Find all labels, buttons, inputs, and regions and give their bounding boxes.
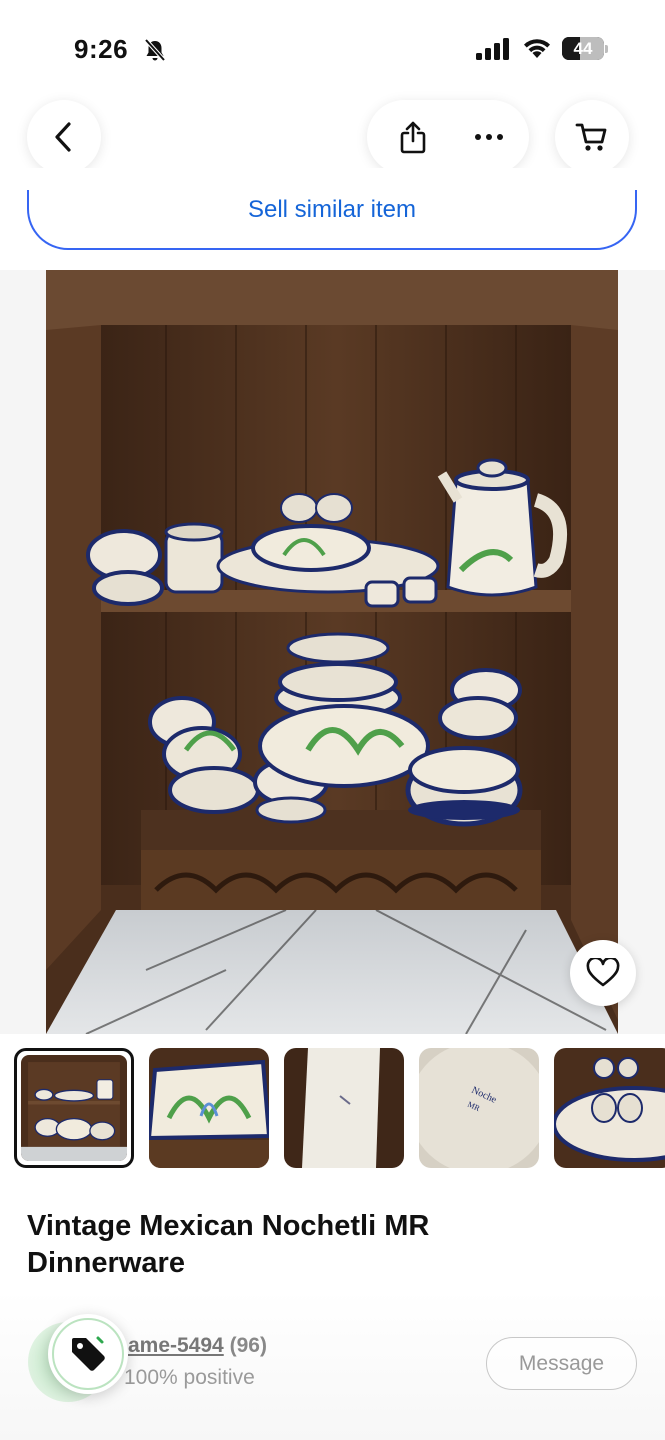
- status-time: 9:26: [74, 34, 129, 64]
- more-horizontal-icon: [475, 134, 503, 140]
- thumbnail-strip[interactable]: Noche MR: [0, 1034, 665, 1184]
- sell-similar-label: Sell similar item: [247, 196, 417, 223]
- thumbnail-image: [21, 1055, 127, 1161]
- thumbnail-image: [284, 1048, 404, 1168]
- listing-title: Vintage Mexican Nochetli MR Dinnerware: [27, 1210, 430, 1279]
- add-to-watchlist-button[interactable]: [570, 940, 636, 1006]
- seller-feedback-count: (96): [229, 1334, 267, 1357]
- thumbnail-image: [149, 1048, 269, 1168]
- thumbnail-4[interactable]: Noche MR: [419, 1048, 539, 1168]
- thumbnail-image: Noche MR: [419, 1048, 539, 1168]
- share-icon: [400, 121, 426, 154]
- battery-percent: 44: [573, 39, 593, 58]
- more-options-button[interactable]: [453, 100, 525, 174]
- thumbnail-3[interactable]: [284, 1048, 404, 1168]
- seller-name-link[interactable]: ame-5494: [128, 1334, 224, 1357]
- share-button[interactable]: [377, 100, 449, 174]
- battery-indicator: 44: [562, 37, 608, 60]
- cellular-signal-icon: [476, 38, 509, 60]
- thumbnail-1[interactable]: [14, 1048, 134, 1168]
- product-image[interactable]: [46, 270, 618, 1034]
- thumbnail-5[interactable]: [554, 1048, 665, 1168]
- seller-info: ame-5494 (96): [128, 1334, 267, 1358]
- heart-outline-icon: [586, 958, 620, 987]
- seller-positive-feedback: 100% positive: [124, 1366, 255, 1389]
- image-gallery[interactable]: [0, 270, 665, 1034]
- nav-action-group: [367, 100, 529, 174]
- status-bar: 9:26 44: [0, 0, 665, 96]
- cart-button[interactable]: [555, 100, 629, 174]
- chevron-left-icon: [55, 122, 71, 152]
- product-photo: [46, 270, 618, 1034]
- thumbnail-2[interactable]: [149, 1048, 269, 1168]
- message-seller-button[interactable]: Message: [486, 1337, 637, 1390]
- bell-off-icon: [144, 38, 166, 62]
- wifi-icon: [524, 39, 550, 58]
- back-button[interactable]: [27, 100, 101, 174]
- thumbnail-image: [554, 1048, 665, 1168]
- offer-badge-button[interactable]: [48, 1314, 128, 1394]
- message-label: Message: [518, 1351, 605, 1375]
- scroll-mask: [20, 168, 645, 190]
- cart-icon: [575, 123, 607, 151]
